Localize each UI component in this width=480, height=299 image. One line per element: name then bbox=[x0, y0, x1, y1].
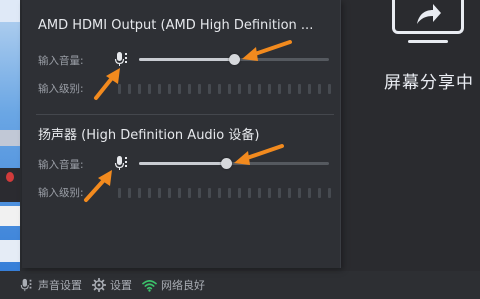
device-divider bbox=[36, 114, 334, 115]
level-meter-tick bbox=[188, 84, 191, 94]
desktop-icon[interactable] bbox=[0, 130, 20, 146]
share-panel bbox=[340, 0, 480, 299]
level-meter-tick bbox=[258, 188, 261, 198]
level-meter-tick bbox=[148, 84, 151, 94]
level-meter-tick bbox=[288, 84, 291, 94]
level-meter-tick bbox=[248, 84, 251, 94]
slider-knob[interactable] bbox=[229, 54, 240, 65]
level-meter-tick bbox=[158, 188, 161, 198]
input-level-label: 输入级别: bbox=[38, 187, 84, 199]
level-meter-tick bbox=[268, 188, 271, 198]
level-meter-tick bbox=[168, 188, 171, 198]
desktop-icon[interactable] bbox=[0, 240, 20, 262]
level-meter-tick bbox=[148, 188, 151, 198]
level-meter-tick bbox=[158, 84, 161, 94]
network-status[interactable]: 网络良好 bbox=[142, 277, 205, 293]
settings-label: 设置 bbox=[110, 279, 132, 292]
device-title: AMD HDMI Output (AMD High Definition ... bbox=[38, 18, 314, 33]
level-meter-tick bbox=[328, 84, 331, 94]
device-title: 扬声器 (High Definition Audio 设备) bbox=[38, 128, 260, 143]
level-meter-tick bbox=[318, 188, 321, 198]
screen-share-icon bbox=[392, 0, 464, 34]
level-meter-tick bbox=[218, 84, 221, 94]
input-volume-slider[interactable] bbox=[139, 158, 329, 169]
level-meter-tick bbox=[118, 188, 121, 198]
level-meter-tick bbox=[228, 84, 231, 94]
level-meter-tick bbox=[318, 84, 321, 94]
slider-fill bbox=[139, 162, 227, 165]
desktop-background bbox=[0, 0, 20, 299]
screen-share-icon-stand bbox=[408, 40, 448, 43]
level-meter-tick bbox=[228, 188, 231, 198]
sound-settings-label: 声音设置 bbox=[38, 279, 82, 292]
level-meter-tick bbox=[218, 188, 221, 198]
input-volume-slider[interactable] bbox=[139, 54, 329, 65]
level-meter-tick bbox=[268, 84, 271, 94]
settings-button[interactable]: 设置 bbox=[92, 277, 132, 293]
slider-knob[interactable] bbox=[221, 158, 233, 169]
microphone-icon bbox=[20, 278, 32, 292]
input-level-label: 输入级别: bbox=[38, 83, 84, 95]
level-meter-tick bbox=[288, 188, 291, 198]
audio-device-popup: AMD HDMI Output (AMD High Definition ...… bbox=[22, 0, 341, 268]
level-meter-tick bbox=[328, 188, 331, 198]
level-meter-tick bbox=[128, 84, 131, 94]
input-volume-label: 输入音量: bbox=[38, 55, 84, 67]
level-meter-tick bbox=[258, 84, 261, 94]
level-meter-tick bbox=[298, 188, 301, 198]
level-meter-tick bbox=[308, 84, 311, 94]
level-meter-tick bbox=[208, 188, 211, 198]
input-level-meter bbox=[118, 188, 333, 198]
desktop-icon[interactable] bbox=[0, 0, 20, 22]
desktop-icon-badge bbox=[6, 172, 14, 182]
level-meter-tick bbox=[248, 188, 251, 198]
level-meter-tick bbox=[278, 84, 281, 94]
level-meter-tick bbox=[118, 84, 121, 94]
level-meter-tick bbox=[178, 188, 181, 198]
gear-icon bbox=[92, 278, 106, 292]
popup-footer: 声音设置 设置 网络良好 bbox=[20, 275, 215, 295]
share-status-label: 屏幕分享中 bbox=[384, 73, 474, 93]
input-level-meter bbox=[118, 84, 333, 94]
sound-settings-button[interactable]: 声音设置 bbox=[20, 277, 82, 293]
level-meter-tick bbox=[198, 188, 201, 198]
level-meter-tick bbox=[138, 188, 141, 198]
input-volume-label: 输入音量: bbox=[38, 159, 84, 171]
slider-fill bbox=[139, 58, 234, 61]
level-meter-tick bbox=[198, 84, 201, 94]
level-meter-tick bbox=[138, 84, 141, 94]
level-meter-tick bbox=[208, 84, 211, 94]
level-meter-tick bbox=[278, 188, 281, 198]
wifi-icon bbox=[142, 279, 157, 292]
level-meter-tick bbox=[238, 188, 241, 198]
level-meter-tick bbox=[168, 84, 171, 94]
microphone-icon[interactable] bbox=[114, 51, 130, 67]
level-meter-tick bbox=[238, 84, 241, 94]
desktop-icon[interactable] bbox=[0, 206, 20, 226]
microphone-icon[interactable] bbox=[114, 155, 130, 171]
level-meter-tick bbox=[128, 188, 131, 198]
level-meter-tick bbox=[308, 188, 311, 198]
network-status-label: 网络良好 bbox=[161, 279, 205, 292]
level-meter-tick bbox=[188, 188, 191, 198]
level-meter-tick bbox=[178, 84, 181, 94]
level-meter-tick bbox=[298, 84, 301, 94]
